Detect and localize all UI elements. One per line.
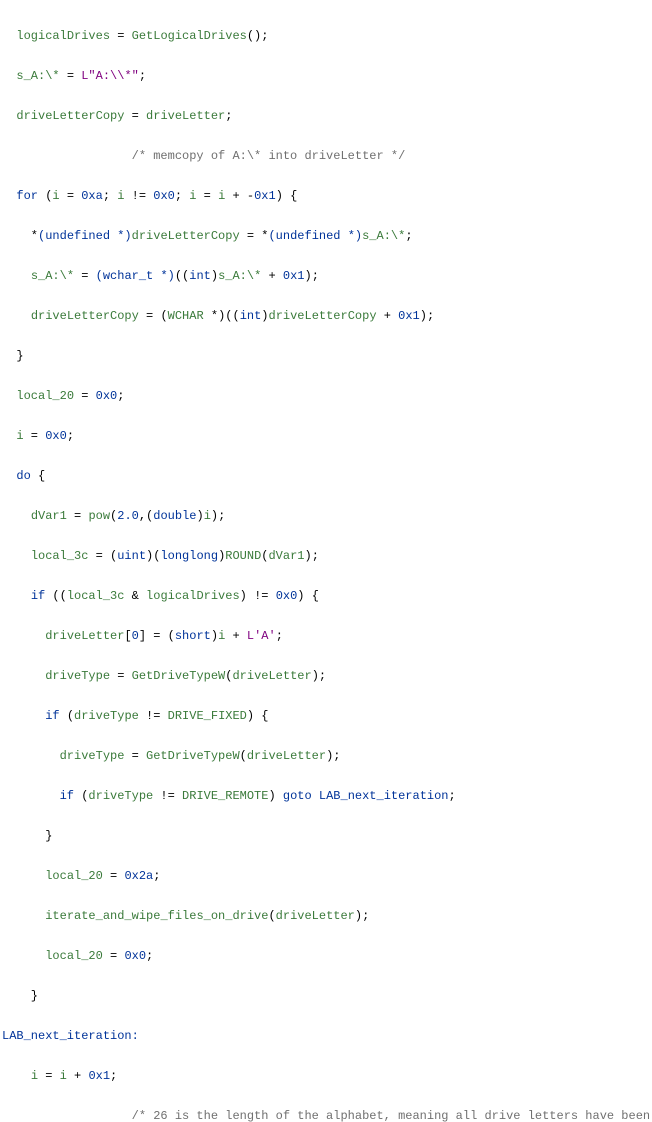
code-line: s_A:\* = L"A:\\*";: [2, 66, 652, 86]
code-line: local_20 = 0x0;: [2, 386, 652, 406]
cast: (wchar_t *): [96, 269, 175, 283]
cast: (undefined *): [38, 229, 132, 243]
keyword: do: [16, 469, 30, 483]
code-line: if (driveType != DRIVE_FIXED) {: [2, 706, 652, 726]
code-line: *(undefined *)driveLetterCopy = *(undefi…: [2, 226, 652, 246]
code-line: i = 0x0;: [2, 426, 652, 446]
code-line: logicalDrives = GetLogicalDrives();: [2, 26, 652, 46]
keyword: if: [45, 709, 59, 723]
comment: /* memcopy of A:\* into driveLetter */: [132, 149, 406, 163]
code-line: s_A:\* = (wchar_t *)((int)s_A:\* + 0x1);: [2, 266, 652, 286]
cast: (undefined *): [268, 229, 362, 243]
ident: logicalDrives: [16, 29, 110, 43]
code-line: }: [2, 346, 652, 366]
code-line: i = i + 0x1;: [2, 1066, 652, 1086]
code-line: local_3c = (uint)(longlong)ROUND(dVar1);: [2, 546, 652, 566]
keyword: if: [31, 589, 45, 603]
code-line: driveType = GetDriveTypeW(driveLetter);: [2, 666, 652, 686]
code-line: if ((local_3c & logicalDrives) != 0x0) {: [2, 586, 652, 606]
code-line: iterate_and_wipe_files_on_drive(driveLet…: [2, 906, 652, 926]
code-line: LAB_next_iteration:: [2, 1026, 652, 1046]
comment: /* 26 is the length of the alphabet, mea…: [132, 1109, 650, 1122]
ident: driveLetterCopy: [16, 109, 124, 123]
code-line: driveLetterCopy = driveLetter;: [2, 106, 652, 126]
decompiled-code-block: logicalDrives = GetLogicalDrives(); s_A:…: [0, 0, 652, 1122]
code-line: local_20 = 0x0;: [2, 946, 652, 966]
code-line: }: [2, 826, 652, 846]
label: LAB_next_iteration: [319, 789, 449, 803]
ident: GetLogicalDrives: [132, 29, 247, 43]
code-line: dVar1 = pow(2.0,(double)i);: [2, 506, 652, 526]
code-line: local_20 = 0x2a;: [2, 866, 652, 886]
code-line: /* memcopy of A:\* into driveLetter */: [2, 146, 652, 166]
code-line: }: [2, 986, 652, 1006]
code-line: for (i = 0xa; i != 0x0; i = i + -0x1) {: [2, 186, 652, 206]
ident: s_A:\*: [16, 69, 59, 83]
keyword: goto: [283, 789, 312, 803]
code-line: /* 26 is the length of the alphabet, mea…: [2, 1106, 652, 1122]
code-line: if (driveType != DRIVE_REMOTE) goto LAB_…: [2, 786, 652, 806]
keyword: if: [60, 789, 74, 803]
label: LAB_next_iteration:: [2, 1029, 139, 1043]
ident: driveLetter: [146, 109, 225, 123]
string-literal: L"A:\\*": [81, 69, 139, 83]
code-line: do {: [2, 466, 652, 486]
code-line: driveLetterCopy = (WCHAR *)((int)driveLe…: [2, 306, 652, 326]
code-line: driveLetter[0] = (short)i + L'A';: [2, 626, 652, 646]
code-line: driveType = GetDriveTypeW(driveLetter);: [2, 746, 652, 766]
keyword: for: [16, 189, 38, 203]
